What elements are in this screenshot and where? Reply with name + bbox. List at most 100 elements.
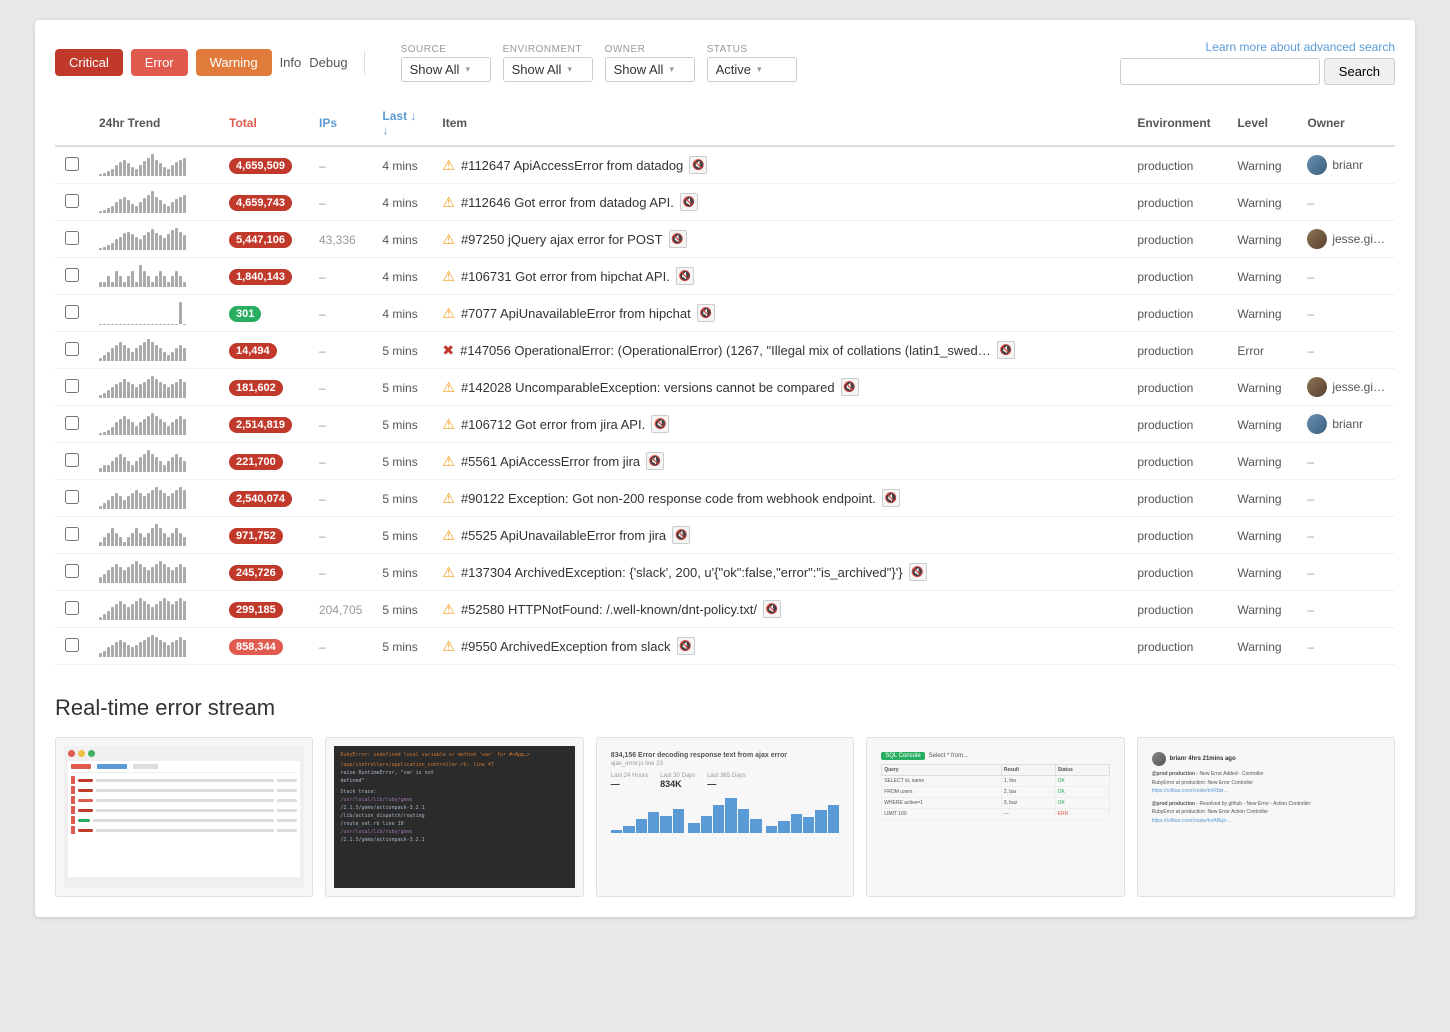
- row-checkbox[interactable]: [65, 638, 79, 652]
- item-cell[interactable]: ⚠#52580 HTTPNotFound: /.well-known/dnt-p…: [442, 600, 1117, 618]
- mute-icon[interactable]: 🔇: [882, 489, 900, 507]
- search-button[interactable]: Search: [1324, 58, 1395, 85]
- item-cell[interactable]: ⚠#7077 ApiUnavailableError from hipchat🔇: [442, 304, 1117, 322]
- stream-card-4[interactable]: SQL Console Select * from… Query Result …: [866, 737, 1124, 897]
- ips-value: –: [319, 196, 326, 210]
- trend-sparkline: [99, 635, 209, 657]
- item-cell[interactable]: ⚠#112647 ApiAccessError from datadog🔇: [442, 156, 1117, 174]
- mute-icon[interactable]: 🔇: [763, 600, 781, 618]
- item-link[interactable]: #90122 Exception: Got non-200 response c…: [461, 491, 876, 506]
- search-input[interactable]: [1120, 58, 1320, 85]
- row-checkbox[interactable]: [65, 564, 79, 578]
- item-cell[interactable]: ⚠#5561 ApiAccessError from jira🔇: [442, 452, 1117, 470]
- environment-filter-select[interactable]: Show All ▾: [503, 57, 593, 82]
- item-cell[interactable]: ⚠#142028 UncomparableException: versions…: [442, 378, 1117, 396]
- mute-icon[interactable]: 🔇: [676, 267, 694, 285]
- last-value: 5 mins: [382, 492, 417, 506]
- item-link[interactable]: #112646 Got error from datadog API.: [461, 195, 674, 210]
- row-checkbox[interactable]: [65, 305, 79, 319]
- item-link[interactable]: #7077 ApiUnavailableError from hipchat: [461, 306, 691, 321]
- error-filter-button[interactable]: Error: [131, 49, 188, 76]
- row-checkbox[interactable]: [65, 601, 79, 615]
- mute-icon[interactable]: 🔇: [651, 415, 669, 433]
- avatar: [1307, 414, 1327, 434]
- row-checkbox[interactable]: [65, 194, 79, 208]
- row-checkbox[interactable]: [65, 231, 79, 245]
- row-checkbox[interactable]: [65, 453, 79, 467]
- total-header[interactable]: Total: [219, 101, 309, 146]
- critical-filter-button[interactable]: Critical: [55, 49, 123, 76]
- owner-cell: jesse.gi…: [1307, 377, 1385, 397]
- warning-icon: ⚠: [442, 490, 455, 507]
- item-link[interactable]: #137304 ArchivedException: {'slack', 200…: [461, 565, 903, 580]
- item-cell[interactable]: ⚠#137304 ArchivedException: {'slack', 20…: [442, 563, 1117, 581]
- item-link[interactable]: #147056 OperationalError: (OperationalEr…: [460, 343, 991, 358]
- mute-icon[interactable]: 🔇: [909, 563, 927, 581]
- info-filter-button[interactable]: Info: [280, 55, 302, 70]
- item-cell[interactable]: ⚠#112646 Got error from datadog API.🔇: [442, 193, 1117, 211]
- mute-icon[interactable]: 🔇: [680, 193, 698, 211]
- advanced-search-link[interactable]: Learn more about advanced search: [1206, 40, 1395, 54]
- item-cell[interactable]: ✖#147056 OperationalError: (OperationalE…: [442, 341, 1117, 359]
- mute-icon[interactable]: 🔇: [997, 341, 1015, 359]
- item-cell[interactable]: ⚠#9550 ArchivedException from slack🔇: [442, 637, 1117, 655]
- item-link[interactable]: #5561 ApiAccessError from jira: [461, 454, 640, 469]
- item-link[interactable]: #97250 jQuery ajax error for POST: [461, 232, 663, 247]
- trend-header: 24hr Trend: [89, 101, 219, 146]
- status-filter-value: Active: [716, 62, 751, 77]
- last-value: 4 mins: [382, 270, 417, 284]
- item-link[interactable]: #5525 ApiUnavailableError from jira: [461, 528, 666, 543]
- stream-card-5[interactable]: brianr 4hrs 21mins ago @prod production …: [1137, 737, 1395, 897]
- item-cell[interactable]: ⚠#106712 Got error from jira API.🔇: [442, 415, 1117, 433]
- warning-filter-button[interactable]: Warning: [196, 49, 272, 76]
- row-checkbox[interactable]: [65, 157, 79, 171]
- item-link[interactable]: #112647 ApiAccessError from datadog: [461, 158, 683, 173]
- row-checkbox[interactable]: [65, 490, 79, 504]
- mute-icon[interactable]: 🔇: [689, 156, 707, 174]
- row-checkbox[interactable]: [65, 342, 79, 356]
- row-checkbox[interactable]: [65, 416, 79, 430]
- filter-group: SOURCE Show All ▾ ENVIRONMENT Show All ▾…: [401, 44, 797, 82]
- item-cell[interactable]: ⚠ #90122 Exception: Got non-200 response …: [442, 489, 1117, 507]
- trend-sparkline: [99, 524, 209, 546]
- item-link[interactable]: #142028 UncomparableException: versions …: [461, 380, 835, 395]
- debug-filter-button[interactable]: Debug: [309, 55, 347, 70]
- item-link[interactable]: #106712 Got error from jira API.: [461, 417, 645, 432]
- status-filter-select[interactable]: Active ▾: [707, 57, 797, 82]
- ips-value: –: [319, 270, 326, 284]
- mute-icon[interactable]: 🔇: [697, 304, 715, 322]
- environment-value: production: [1137, 307, 1193, 321]
- item-link[interactable]: #52580 HTTPNotFound: /.well-known/dnt-po…: [461, 602, 757, 617]
- realtime-title: Real-time error stream: [55, 695, 1395, 721]
- total-badge: 4,659,509: [229, 158, 292, 174]
- environment-value: production: [1137, 640, 1193, 654]
- environment-value: production: [1137, 603, 1193, 617]
- row-checkbox[interactable]: [65, 268, 79, 282]
- table-row: 299,185204,7055 mins⚠#52580 HTTPNotFound…: [55, 591, 1395, 628]
- row-checkbox[interactable]: [65, 379, 79, 393]
- item-cell[interactable]: ⚠#97250 jQuery ajax error for POST🔇: [442, 230, 1117, 248]
- mute-icon[interactable]: 🔇: [669, 230, 687, 248]
- owner-filter-select[interactable]: Show All ▾: [605, 57, 695, 82]
- environment-value: production: [1137, 233, 1193, 247]
- item-link[interactable]: #106731 Got error from hipchat API.: [461, 269, 670, 284]
- mute-icon[interactable]: 🔇: [677, 637, 695, 655]
- ips-header[interactable]: IPs: [309, 101, 372, 146]
- level-header: Level: [1227, 101, 1297, 146]
- owner-header: Owner: [1297, 101, 1395, 146]
- row-checkbox[interactable]: [65, 527, 79, 541]
- status-chevron-icon: ▾: [757, 64, 762, 75]
- table-header-row: 24hr Trend Total IPs Last ↓ Item Environ…: [55, 101, 1395, 146]
- item-cell[interactable]: ⚠#5525 ApiUnavailableError from jira🔇: [442, 526, 1117, 544]
- mute-icon[interactable]: 🔇: [841, 378, 859, 396]
- last-header[interactable]: Last ↓: [372, 101, 432, 146]
- item-cell[interactable]: ⚠#106731 Got error from hipchat API.🔇: [442, 267, 1117, 285]
- mute-icon[interactable]: 🔇: [672, 526, 690, 544]
- owner-name: jesse.gi…: [1332, 232, 1385, 246]
- mute-icon[interactable]: 🔇: [646, 452, 664, 470]
- stream-card-2[interactable]: RubyError: undefined local variable or m…: [325, 737, 583, 897]
- stream-card-1[interactable]: [55, 737, 313, 897]
- stream-card-3[interactable]: 834,156 Error decoding response text fro…: [596, 737, 854, 897]
- source-filter-select[interactable]: Show All ▾: [401, 57, 491, 82]
- item-link[interactable]: #9550 ArchivedException from slack: [461, 639, 671, 654]
